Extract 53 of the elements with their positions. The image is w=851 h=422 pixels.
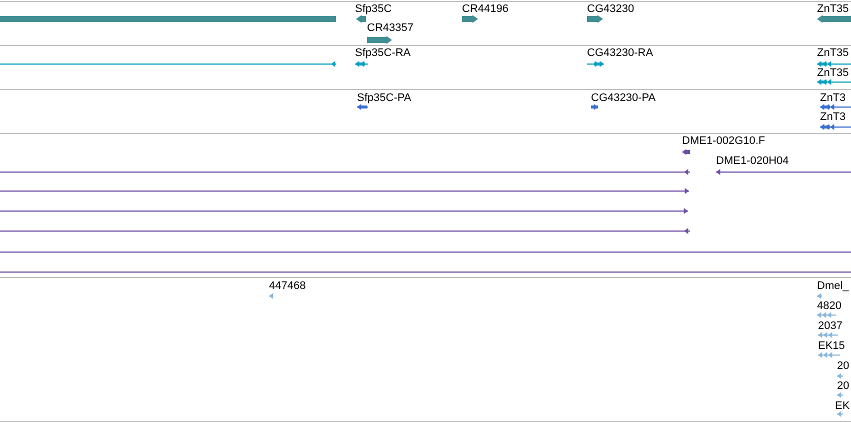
feature-label: EK: [835, 400, 850, 413]
feature-label: 20: [837, 360, 850, 373]
feature-label: 447468: [269, 280, 306, 293]
transcript-glyph[interactable]: [591, 104, 598, 110]
transcript-glyph[interactable]: [820, 124, 851, 130]
transcript-glyph[interactable]: [817, 312, 836, 318]
feature-bar[interactable]: [682, 149, 690, 155]
feature-label: ZnT35: [817, 67, 849, 80]
feature-bar[interactable]: [817, 15, 851, 23]
feature-label: DME1-002G10.F: [682, 135, 766, 148]
feature-bar[interactable]: [367, 36, 392, 44]
feature-label: 2037: [818, 320, 842, 333]
alignment-line[interactable]: [0, 61, 336, 67]
transcript-glyph[interactable]: [817, 79, 851, 85]
transcript-glyph[interactable]: [817, 61, 851, 67]
alignment-line[interactable]: [0, 228, 690, 234]
feature-label: Sfp35C: [355, 3, 392, 16]
feature-bar[interactable]: [587, 15, 603, 23]
transcript-glyph[interactable]: [837, 411, 843, 417]
alignment-line[interactable]: [0, 169, 690, 175]
feature-label: DME1-020H04: [716, 155, 789, 168]
feature-label: CR43357: [367, 22, 414, 35]
feature-label: EK15: [818, 340, 845, 353]
feature-label: ZnT3: [820, 111, 846, 124]
feature-label: 4820: [817, 300, 842, 313]
feature-label: 20: [837, 380, 850, 393]
transcript-glyph[interactable]: [355, 61, 368, 67]
feature-label: CR44196: [462, 3, 508, 16]
feature-bar[interactable]: [462, 15, 478, 23]
feature-label: ZnT3: [820, 92, 846, 105]
transcript-glyph[interactable]: [587, 61, 604, 67]
feature-label: Dmel_: [817, 280, 849, 293]
transcript-glyph[interactable]: [820, 104, 851, 110]
feature-label: ZnT35: [817, 47, 849, 60]
transcript-glyph[interactable]: [817, 293, 822, 299]
feature-label: ZnT35: [817, 3, 849, 16]
transcript-glyph[interactable]: [818, 332, 838, 338]
feature-label: CG43230-RA: [587, 47, 654, 60]
transcript-glyph[interactable]: [357, 104, 368, 110]
feature-label: CG43230: [587, 3, 634, 16]
transcript-glyph[interactable]: [269, 293, 274, 299]
transcript-glyph[interactable]: [837, 392, 843, 398]
feature-label: Sfp35C-RA: [355, 47, 411, 60]
transcript-glyph[interactable]: [837, 373, 843, 379]
feature-label: Sfp35C-PA: [357, 92, 412, 105]
alignment-line[interactable]: [0, 272, 851, 273]
feature-label: CG43230-PA: [591, 92, 656, 105]
alignment-line[interactable]: [0, 208, 688, 214]
alignment-line[interactable]: [0, 252, 851, 253]
feature-bar[interactable]: [356, 15, 366, 23]
alignment-line[interactable]: [0, 188, 689, 194]
alignment-line[interactable]: [716, 169, 851, 175]
transcript-glyph[interactable]: [818, 352, 840, 358]
